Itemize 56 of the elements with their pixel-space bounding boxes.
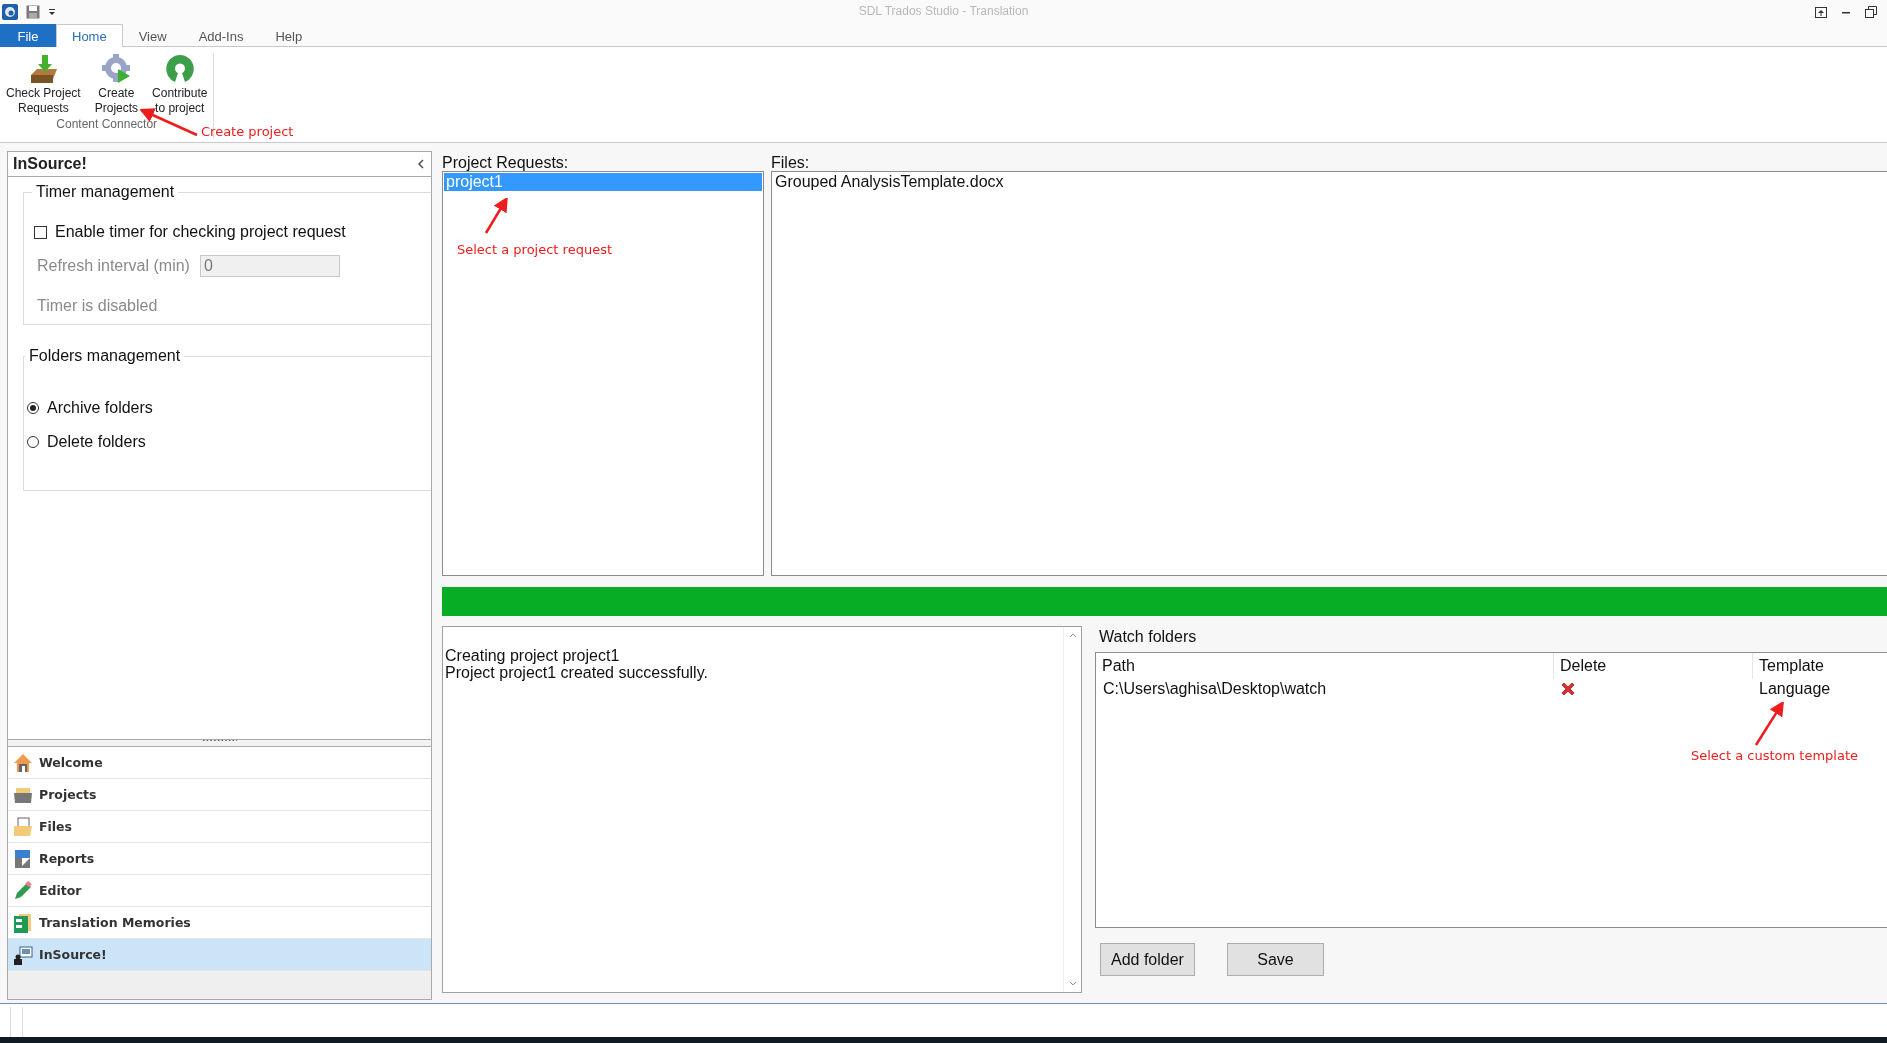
cross-icon[interactable] (1560, 681, 1576, 697)
log-line: Creating project project1 (445, 647, 620, 664)
ribbon-button[interactable]: Contribute to project (150, 53, 210, 116)
restore-icon[interactable] (1865, 6, 1877, 18)
panel-title: InSource! (13, 155, 87, 173)
nav-item[interactable]: InSource! (8, 939, 431, 971)
gear-play-icon (100, 53, 133, 85)
ribbon-tab[interactable]: View (122, 24, 183, 47)
ribbon-tab[interactable]: Add-Ins (182, 24, 260, 47)
ribbon-tab[interactable]: Help (259, 24, 319, 47)
app-logo-icon[interactable] (2, 4, 18, 20)
section-title: Watch folders (1099, 628, 1197, 646)
ribbon-tab[interactable]: Home (56, 24, 123, 47)
list-label: Project Requests: (442, 154, 569, 171)
annotation-arrow (1752, 702, 1784, 748)
window-title: SDL Trados Studio - Translation (858, 4, 1029, 18)
scroll-up-icon[interactable] (1068, 633, 1077, 638)
radio-label: Delete folders (47, 433, 146, 451)
annotation-text: Create project (201, 124, 294, 139)
notebook-icon (13, 912, 33, 933)
group-title: Folders management (28, 347, 182, 365)
dropdown-icon[interactable] (48, 8, 56, 16)
status-text: Timer is disabled (36, 297, 158, 315)
button[interactable]: Add folder (1100, 943, 1195, 976)
table-cell[interactable]: Language (1759, 680, 1831, 698)
group-title: Timer management (35, 183, 176, 201)
ribbon-button[interactable]: Check Project Requests (4, 53, 83, 116)
ribbon-tab[interactable]: File (0, 24, 56, 47)
column-header: Path (1102, 657, 1135, 675)
restore-ribbon-icon[interactable] (1815, 6, 1827, 18)
document-folder-icon (13, 816, 33, 837)
button[interactable]: Save (1226, 943, 1324, 976)
group-label: Content Connector (56, 117, 158, 131)
checkbox[interactable] (34, 225, 47, 239)
log-line: Project project1 created successfully. (445, 664, 708, 681)
pencil-icon (13, 880, 33, 901)
report-icon (13, 848, 33, 869)
person-screen-icon (13, 944, 33, 965)
checkbox-label: Enable timer for checking project request (55, 223, 346, 241)
list-item[interactable]: Grouped AnalysisTemplate.docx (773, 173, 1006, 191)
annotation-arrow (482, 198, 508, 236)
column-header: Delete (1560, 657, 1607, 675)
table-cell: C:\Users\aghisa\Desktop\watch (1103, 680, 1327, 698)
annotation-text: Select a project request (457, 242, 612, 257)
grip-icon[interactable] (202, 740, 237, 743)
ring-icon (163, 53, 196, 85)
collapse-icon[interactable] (417, 159, 425, 169)
save-icon[interactable] (26, 5, 40, 19)
house-icon (13, 752, 33, 773)
ribbon-button[interactable]: Create Projects (92, 53, 141, 116)
annotation-text: Select a custom template (1691, 748, 1859, 763)
list-label: Files: (771, 154, 810, 171)
scroll-down-icon[interactable] (1068, 981, 1077, 986)
field-label: Refresh interval (min) (37, 257, 190, 275)
radio-label: Archive folders (47, 399, 153, 417)
column-header: Template (1759, 657, 1824, 675)
